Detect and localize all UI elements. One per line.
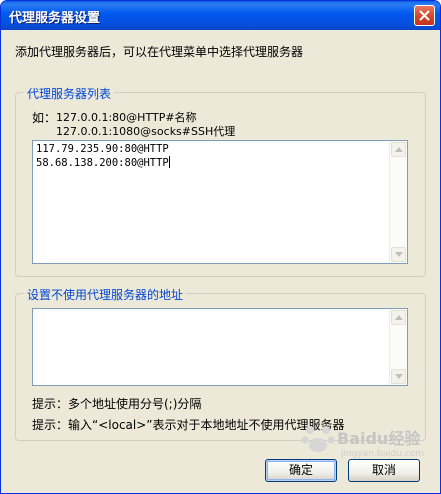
arrow-up-icon bbox=[395, 315, 403, 320]
arrow-up-icon bbox=[395, 147, 403, 152]
bypass-address-legend: 设置不使用代理服务器的地址 bbox=[24, 286, 187, 303]
watermark-brand: Baidu经验 bbox=[337, 429, 421, 448]
scroll-up-button[interactable] bbox=[391, 142, 406, 157]
scroll-down-button[interactable] bbox=[391, 247, 406, 262]
paw-icon bbox=[301, 426, 335, 452]
scroll-up-button[interactable] bbox=[391, 310, 406, 325]
hint-separator: 提示：多个地址使用分号(;)分隔 bbox=[32, 397, 202, 411]
proxy-list-legend: 代理服务器列表 bbox=[24, 85, 115, 102]
example-label: 如： bbox=[32, 111, 57, 125]
bypass-address-scrollbar[interactable] bbox=[389, 309, 407, 385]
proxy-list-scrollbar[interactable] bbox=[389, 141, 407, 263]
cancel-button[interactable]: 取消 bbox=[348, 459, 420, 482]
arrow-down-icon bbox=[395, 374, 403, 379]
example-line-2: 127.0.0.1:1080@socks#SSH代理 bbox=[56, 125, 236, 138]
bypass-address-textarea[interactable] bbox=[32, 308, 408, 386]
proxy-entry-1: 117.79.235.90:80@HTTP bbox=[36, 143, 169, 155]
hint-local: 提示：输入“<local>”表示对于本地地址不使用代理服务器 bbox=[32, 418, 345, 432]
close-icon bbox=[419, 10, 430, 21]
dialog-description: 添加代理服务器后，可以在代理菜单中选择代理服务器 bbox=[15, 45, 304, 59]
ok-button[interactable]: 确定 bbox=[265, 459, 337, 482]
scroll-down-button[interactable] bbox=[391, 369, 406, 384]
proxy-list-textarea[interactable]: 117.79.235.90:80@HTTP 58.68.138.200:80@H… bbox=[32, 140, 408, 264]
proxy-entry-2: 58.68.138.200:80@HTTP bbox=[36, 156, 170, 169]
dialog-window: 代理服务器设置 添加代理服务器后，可以在代理菜单中选择代理服务器 代理服务器列表… bbox=[0, 0, 441, 494]
window-title: 代理服务器设置 bbox=[9, 11, 101, 26]
arrow-down-icon bbox=[395, 252, 403, 257]
proxy-list-group: 代理服务器列表 如： 127.0.0.1:80@HTTP#名称 127.0.0.… bbox=[15, 85, 426, 277]
title-bar[interactable]: 代理服务器设置 bbox=[1, 1, 440, 30]
text-caret bbox=[168, 156, 170, 168]
watermark-url: jingyan.baidu.com bbox=[341, 449, 425, 459]
close-button[interactable] bbox=[414, 5, 435, 26]
